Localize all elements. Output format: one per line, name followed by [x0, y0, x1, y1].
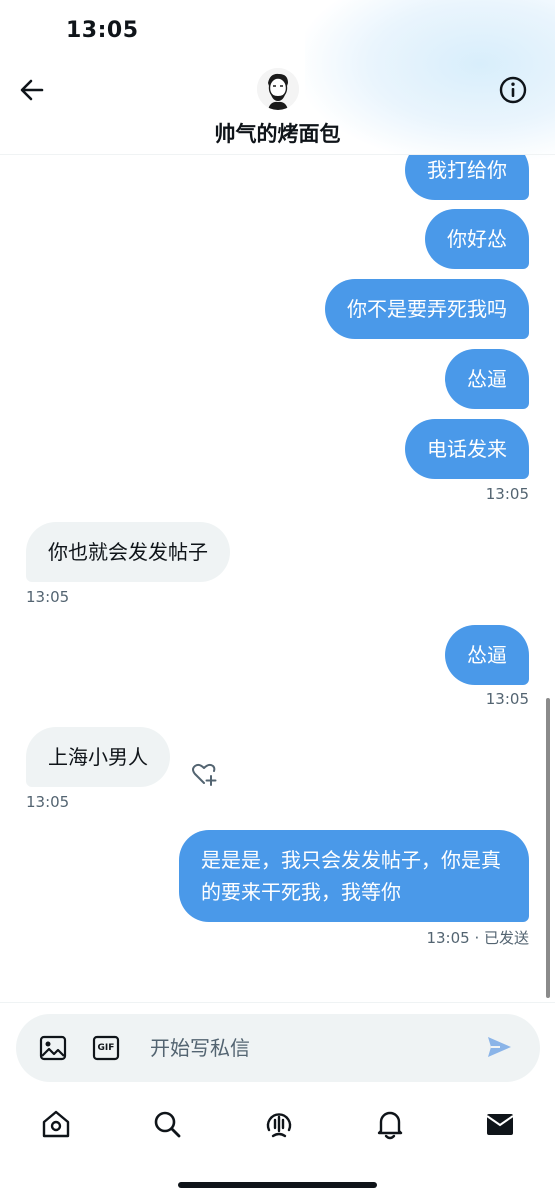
send-icon [488, 1037, 511, 1057]
notifications-icon [377, 1111, 403, 1140]
nav-search[interactable] [149, 1106, 185, 1142]
message-timestamp: 13:05 [426, 929, 470, 947]
nav-notifications[interactable] [372, 1106, 408, 1142]
message-bubble[interactable]: 怂逼 [445, 349, 529, 409]
back-button[interactable] [16, 74, 48, 106]
nav-spaces[interactable] [261, 1106, 297, 1142]
message-bubble[interactable]: 你也就会发发帖子 [26, 522, 230, 582]
info-button[interactable] [497, 74, 529, 106]
info-circle-icon [499, 76, 527, 104]
message-bubble[interactable]: 是是是，我只会发发帖子，你是真的要来干死我，我等你 [179, 830, 529, 922]
spaces-icon [266, 1113, 292, 1138]
heart-plus-icon [192, 763, 217, 786]
image-icon [39, 1035, 67, 1061]
search-icon [154, 1111, 181, 1138]
message-input[interactable] [150, 1028, 470, 1068]
messages-icon [486, 1114, 514, 1135]
message-bubble[interactable]: 电话发来 [405, 419, 529, 479]
sent-status: · 已发送 [474, 929, 529, 947]
arrow-left-icon [20, 79, 44, 101]
contact-name[interactable]: 帅气的烤面包 [0, 118, 555, 148]
contact-avatar[interactable] [257, 68, 299, 110]
message-timestamp: 13:05 [26, 793, 70, 811]
message-bubble[interactable]: 上海小男人 [26, 727, 170, 787]
composer-divider [0, 1002, 555, 1003]
add-reaction-button[interactable] [189, 759, 219, 789]
home-indicator[interactable] [178, 1182, 377, 1188]
message-bubble[interactable]: 你不是要弄死我吗 [325, 279, 529, 339]
message-list[interactable]: 我打给你 你好怂 你不是要弄死我吗 怂逼 电话发来 13:05 你也就会发发帖子… [0, 155, 555, 1003]
home-icon [42, 1110, 70, 1138]
avatar-illustration [257, 68, 299, 110]
status-time: 13:05 [66, 18, 139, 43]
message-timestamp: 13:05 [485, 485, 529, 503]
message-bubble[interactable]: 你好怂 [425, 209, 529, 269]
message-composer: GIF [16, 1014, 540, 1082]
bottom-navigation [0, 1094, 555, 1154]
nav-messages[interactable] [482, 1106, 518, 1142]
send-button[interactable] [484, 1032, 514, 1062]
gif-label: GIF [97, 1043, 115, 1053]
message-timestamp: 13:05 [26, 588, 70, 606]
nav-home[interactable] [38, 1106, 74, 1142]
message-bubble[interactable]: 怂逼 [445, 625, 529, 685]
message-timestamp: 13:05 [485, 690, 529, 708]
message-bubble[interactable]: 我打给你 [405, 155, 529, 200]
add-image-button[interactable] [38, 1033, 68, 1063]
add-gif-button[interactable]: GIF [91, 1033, 121, 1063]
message-status: 13:05 · 已发送 [426, 927, 529, 948]
scrollbar[interactable] [546, 698, 550, 998]
